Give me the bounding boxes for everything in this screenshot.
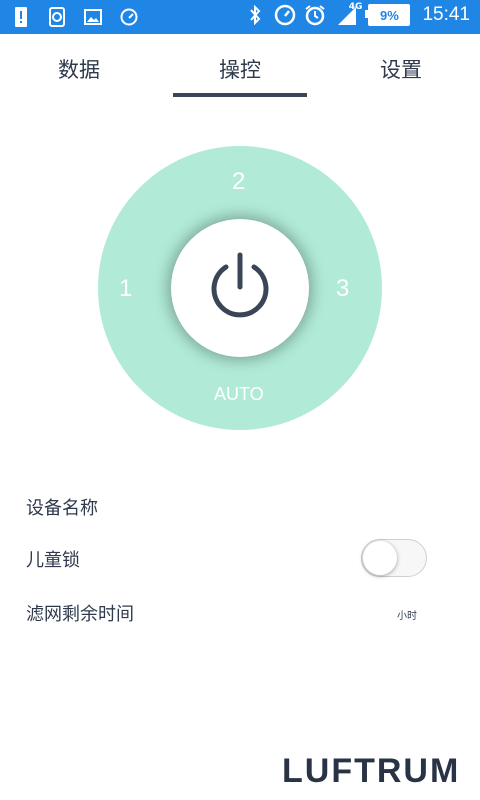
network-type: 4G xyxy=(348,2,363,12)
battery-icon: 9% xyxy=(365,4,411,26)
signal-icon: 4G xyxy=(334,2,363,26)
brand-logo: LUFTRUM xyxy=(282,752,461,790)
child-lock-toggle[interactable] xyxy=(361,539,427,577)
speed-2-button[interactable]: 2 xyxy=(232,168,245,196)
image-icon xyxy=(82,6,104,28)
tab-control[interactable]: 操控 xyxy=(219,54,261,84)
alarm-icon xyxy=(304,4,326,26)
speed-1-button[interactable]: 1 xyxy=(119,275,132,303)
filter-time-label: 滤网剩余时间 xyxy=(26,604,134,625)
speed-3-button[interactable]: 3 xyxy=(336,275,349,303)
battery-level: 9% xyxy=(380,7,399,23)
power-button[interactable] xyxy=(171,219,309,357)
speedometer-icon xyxy=(118,6,140,28)
tab-data[interactable]: 数据 xyxy=(58,54,100,84)
speedometer-icon xyxy=(274,4,296,26)
tab-selected-indicator xyxy=(173,93,307,97)
speed-auto-button[interactable]: AUTO xyxy=(214,384,264,405)
status-time: 15:41 xyxy=(422,4,470,25)
filter-time-unit: 小时 xyxy=(397,611,417,622)
status-bar-system: 4G 9% 15:41 xyxy=(244,2,470,26)
power-icon xyxy=(208,251,272,325)
status-bar: 4G 9% 15:41 xyxy=(0,0,480,34)
toggle-knob xyxy=(363,541,397,575)
tab-bar: 数据 操控 设置 xyxy=(0,34,480,98)
device-name-label: 设备名称 xyxy=(26,498,98,519)
alert-icon xyxy=(10,6,32,28)
tab-settings[interactable]: 设置 xyxy=(380,54,422,84)
clipboard-icon xyxy=(46,6,68,28)
bluetooth-icon xyxy=(244,4,266,26)
status-bar-notifications xyxy=(10,6,140,28)
child-lock-label: 儿童锁 xyxy=(26,550,80,571)
